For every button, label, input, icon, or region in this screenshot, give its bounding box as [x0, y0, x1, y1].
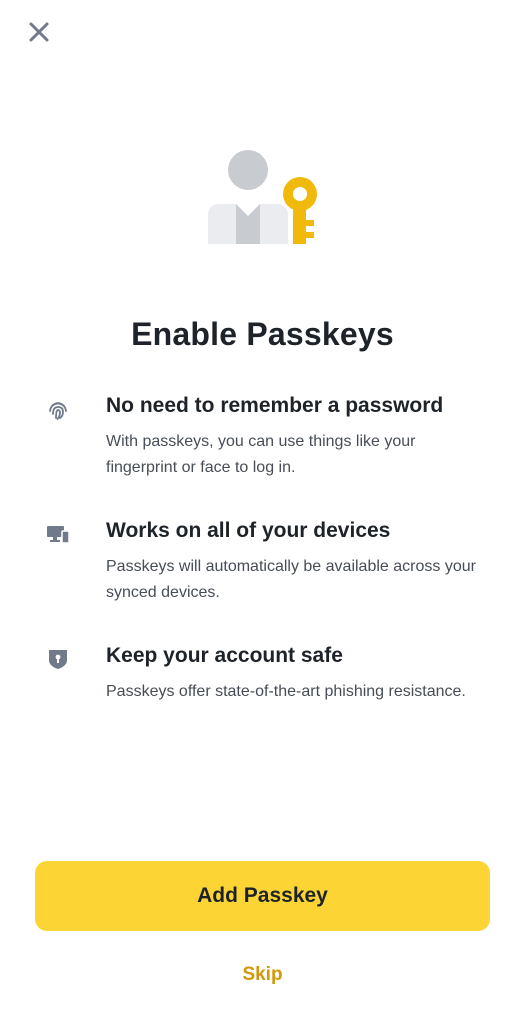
passkey-illustration — [200, 148, 325, 248]
person-key-icon — [208, 150, 317, 244]
feature-heading: Keep your account safe — [106, 644, 343, 667]
add-passkey-button[interactable]: Add Passkey — [35, 861, 490, 931]
close-icon — [29, 22, 49, 42]
skip-button[interactable]: Skip — [0, 964, 525, 986]
page-title: Enable Passkeys — [131, 316, 394, 352]
close-button[interactable] — [24, 17, 54, 47]
feature-description: With passkeys, you can use things like y… — [106, 433, 416, 476]
devices-icon — [46, 522, 70, 546]
feature-heading: No need to remember a password — [106, 394, 444, 417]
feature-description: Passkeys offer state-of-the-art phishing… — [106, 683, 466, 700]
shield-icon — [46, 647, 70, 671]
feature-heading: Works on all of your devices — [106, 519, 391, 542]
feature-description: Passkeys will automatically be available… — [106, 558, 476, 601]
fingerprint-icon — [46, 398, 70, 422]
